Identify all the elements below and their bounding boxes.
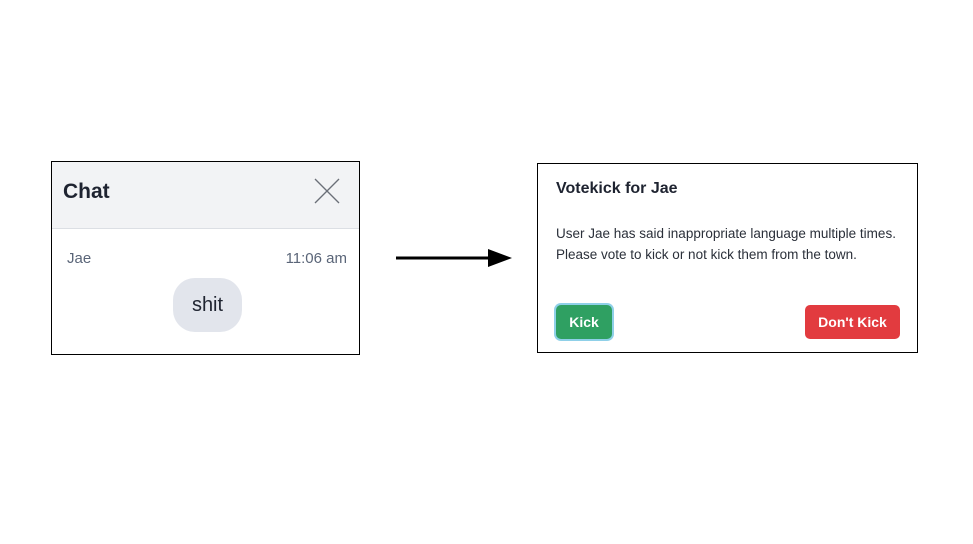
kick-button[interactable]: Kick	[556, 305, 612, 339]
votekick-modal: Votekick for Jae User Jae has said inapp…	[537, 163, 918, 353]
message-bubble: shit	[173, 278, 242, 332]
modal-body: User Jae has said inappropriate language…	[556, 226, 896, 262]
stage: Chat Jae 11:06 am shit Votekick for Jae …	[0, 0, 973, 544]
chat-header: Chat	[52, 162, 359, 229]
message-timestamp: 11:06 am	[285, 250, 347, 267]
dont-kick-button[interactable]: Don't Kick	[805, 305, 900, 339]
dont-kick-button-label: Don't Kick	[818, 314, 887, 330]
kick-button-label: Kick	[569, 314, 599, 330]
right-arrow-icon	[396, 248, 514, 273]
modal-title: Votekick for Jae	[556, 180, 678, 197]
close-button[interactable]	[312, 176, 342, 206]
close-icon	[314, 178, 340, 204]
chat-title: Chat	[63, 180, 110, 203]
message-text: shit	[191, 293, 224, 316]
chat-panel: Chat Jae 11:06 am shit	[51, 161, 360, 355]
message-sender: Jae	[67, 250, 92, 267]
